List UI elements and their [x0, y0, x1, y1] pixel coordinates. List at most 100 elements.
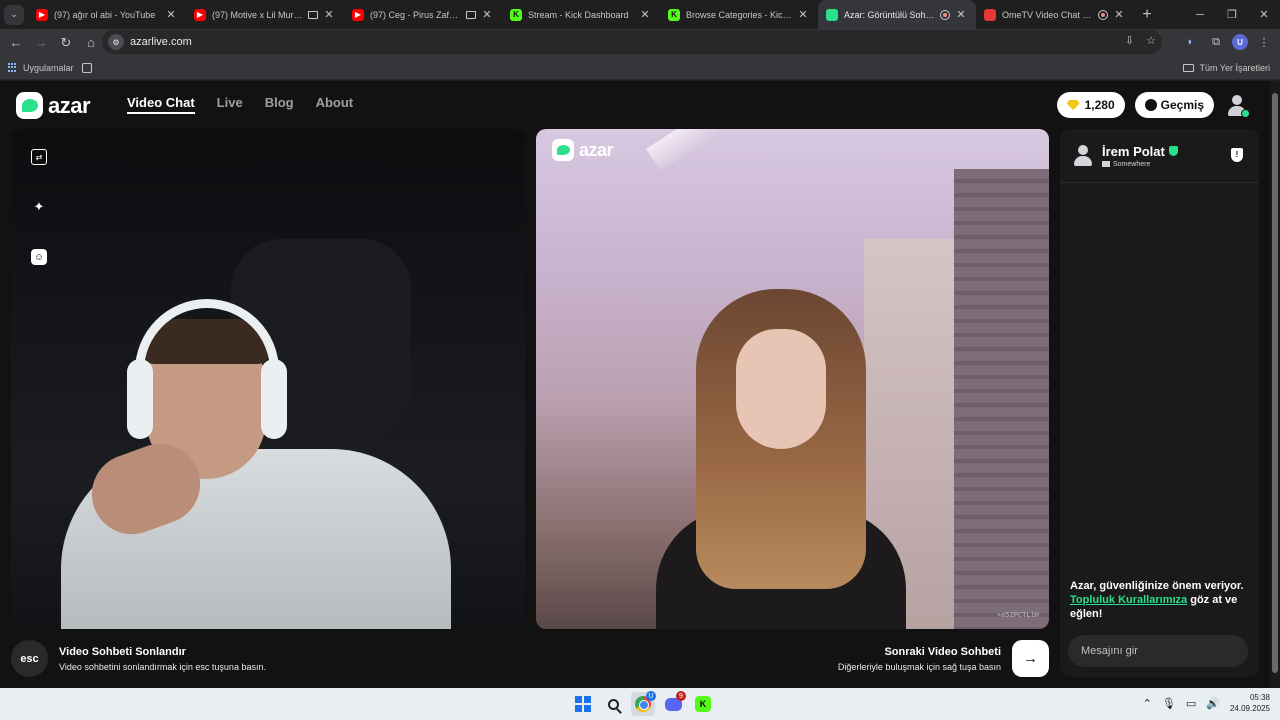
gems-button[interactable]: 1,280 [1056, 92, 1125, 118]
report-shield-icon[interactable]: ! [1231, 148, 1243, 162]
close-window-button[interactable]: ✕ [1248, 0, 1280, 29]
folder-icon [1183, 63, 1195, 72]
gem-icon [1066, 100, 1080, 110]
tab-title: (97) ağır ol abi - YouTube [54, 9, 156, 20]
extension-icon[interactable]: ◗ [1180, 32, 1200, 52]
page-scrollbar[interactable] [1270, 81, 1280, 688]
browser-menu-icon[interactable]: ⋮ [1254, 32, 1274, 52]
bookmark-star-icon[interactable]: ☆ [1146, 34, 1156, 47]
history-button[interactable]: Geçmiş [1134, 92, 1214, 118]
new-tab-button[interactable]: + [1134, 6, 1160, 24]
azar-logo[interactable]: azar [16, 92, 91, 119]
extensions-puzzle-icon[interactable]: ⧉ [1206, 32, 1226, 52]
browser-tab[interactable]: ▶ (97) Ceg - Pirus Zaferi (Offi ✕ [344, 0, 502, 29]
tab-search-button[interactable]: ⌄ [4, 4, 24, 25]
azar-logo-icon [552, 139, 574, 161]
tab-title: (97) Ceg - Pirus Zaferi (Offi [370, 9, 463, 20]
grid-icon [81, 62, 92, 73]
tab-groups-button[interactable] [81, 62, 92, 73]
remote-user [656, 289, 906, 629]
profile-avatar[interactable]: U [1232, 34, 1248, 50]
history-label: Geçmiş [1160, 98, 1204, 112]
tab-title: (97) Motive x Lil Murda - Ö [212, 9, 305, 20]
tab-title: Stream - Kick Dashboard [528, 9, 629, 20]
close-tab-icon[interactable]: ✕ [638, 8, 652, 21]
message-input[interactable] [1068, 635, 1248, 667]
chevron-up-icon[interactable]: ⌃ [1143, 697, 1152, 710]
chat-panel: İrem Polat Somewhere ! Azar, güvenliğini… [1060, 129, 1259, 677]
all-bookmarks-label: Tüm Yer İşaretleri [1199, 62, 1270, 73]
system-tray: ⌃ 🎙 ▭ 🔊 05:38 24.09.2025 [1143, 692, 1270, 714]
effects-sparkle-icon[interactable]: ✦ [31, 199, 47, 215]
close-tab-icon[interactable]: ✕ [1112, 8, 1126, 21]
clock-icon [1144, 99, 1157, 111]
kick-icon: K [510, 8, 522, 21]
filter-smile-icon[interactable]: ☺ [31, 249, 47, 265]
microphone-icon[interactable]: 🎙 [1162, 697, 1176, 710]
community-rules-link[interactable]: Topluluk Kurallarımıza [1070, 594, 1187, 606]
restore-button[interactable]: ❐ [1216, 0, 1248, 29]
display-icon[interactable]: ▭ [1186, 697, 1196, 710]
tray-clock[interactable]: 05:38 24.09.2025 [1230, 692, 1270, 714]
all-bookmarks[interactable]: Tüm Yer İşaretleri [1183, 63, 1270, 73]
azar-page: azar Video Chat Live Blog About 1,280 Geçmi… [0, 81, 1270, 688]
clock-time: 05:38 [1249, 693, 1270, 702]
taskbar-discord[interactable]: 9 [661, 691, 686, 716]
video-watermark: +a52PCTL1H [996, 611, 1039, 619]
site-info-icon[interactable]: ⚙ [108, 34, 124, 50]
back-button[interactable]: ← [4, 31, 28, 55]
install-app-icon[interactable]: ⇩ [1125, 34, 1134, 47]
esc-button[interactable]: esc [11, 640, 48, 677]
youtube-icon: ▶ [36, 8, 48, 21]
browser-tab[interactable]: ▶ (97) ağır ol abi - YouTube ✕ [28, 0, 186, 29]
tab-list: ▶ (97) ağır ol abi - YouTube ✕ ▶ (97) Motive… [28, 0, 1134, 29]
apps-label: Uygulamalar [23, 62, 74, 73]
nav-video-chat[interactable]: Video Chat [127, 95, 195, 114]
chrome-badge: U [646, 691, 656, 701]
close-tab-icon[interactable]: ✕ [796, 8, 810, 21]
next-chat-control: Sonraki Video Sohbeti Diğerleriyle buluş… [838, 640, 1049, 677]
safety-notice: Azar, güvenliğinize önem veriyor. Toplul… [1070, 580, 1250, 621]
gems-count: 1,280 [1084, 98, 1115, 112]
address-bar[interactable]: ⚙ azarlive.com ⇩ ☆ [102, 30, 1162, 54]
apps-bookmark[interactable]: Uygulamalar [8, 62, 74, 73]
minimize-button[interactable]: ─ [1184, 0, 1216, 29]
media-playing-icon [466, 10, 476, 19]
volume-icon[interactable]: 🔊 [1206, 697, 1220, 710]
flag-icon [1102, 161, 1110, 167]
browser-tab[interactable]: Azar: Görüntülü Sohbet, Ar ✕ [818, 0, 976, 29]
start-button[interactable] [571, 692, 595, 716]
browser-tab[interactable]: ▶ (97) Motive x Lil Murda - Ö ✕ [186, 0, 344, 29]
taskbar-search-button[interactable] [601, 692, 625, 716]
logo-text: azar [48, 92, 91, 118]
forward-button[interactable]: → [29, 31, 53, 55]
browser-tab[interactable]: K Browse Categories - Kick Strean ✕ [660, 0, 818, 29]
reload-button[interactable]: ↻ [54, 31, 78, 55]
peer-avatar[interactable] [1074, 144, 1092, 167]
recording-icon [1098, 9, 1108, 20]
video-tools: ⇄ ✦ ☺ [31, 149, 47, 265]
swap-camera-icon[interactable]: ⇄ [31, 149, 47, 165]
browser-tab[interactable]: K Stream - Kick Dashboard ✕ [502, 0, 660, 29]
arrow-right-icon: → [1023, 650, 1038, 667]
browser-toolbar: ← → ↻ ⌂ ⚙ azarlive.com ⇩ ☆ ◗ ⧉ U ⋮ [0, 29, 1280, 56]
close-tab-icon[interactable]: ✕ [164, 8, 178, 21]
user-avatar-button[interactable] [1224, 92, 1250, 118]
taskbar-chrome[interactable]: U [631, 691, 656, 716]
window-controls: ─ ❐ ✕ [1184, 0, 1280, 29]
close-tab-icon[interactable]: ✕ [322, 8, 336, 21]
discord-badge: 9 [676, 691, 686, 701]
nav-about[interactable]: About [316, 95, 354, 114]
kick-icon: K [695, 696, 711, 712]
nav-live[interactable]: Live [217, 95, 243, 114]
close-tab-icon[interactable]: ✕ [480, 8, 494, 21]
remote-azar-logo: azar [552, 139, 614, 161]
peer-location: Somewhere [1113, 160, 1151, 168]
close-tab-icon[interactable]: ✕ [954, 8, 968, 21]
next-chat-button[interactable]: → [1012, 640, 1049, 677]
clock-date: 24.09.2025 [1229, 704, 1270, 713]
taskbar-kick[interactable]: K [691, 692, 715, 716]
nav-blog[interactable]: Blog [265, 95, 294, 114]
browser-tab[interactable]: OmeTV Video Chat — Ome ✕ [976, 0, 1134, 29]
home-button[interactable]: ⌂ [79, 31, 103, 55]
